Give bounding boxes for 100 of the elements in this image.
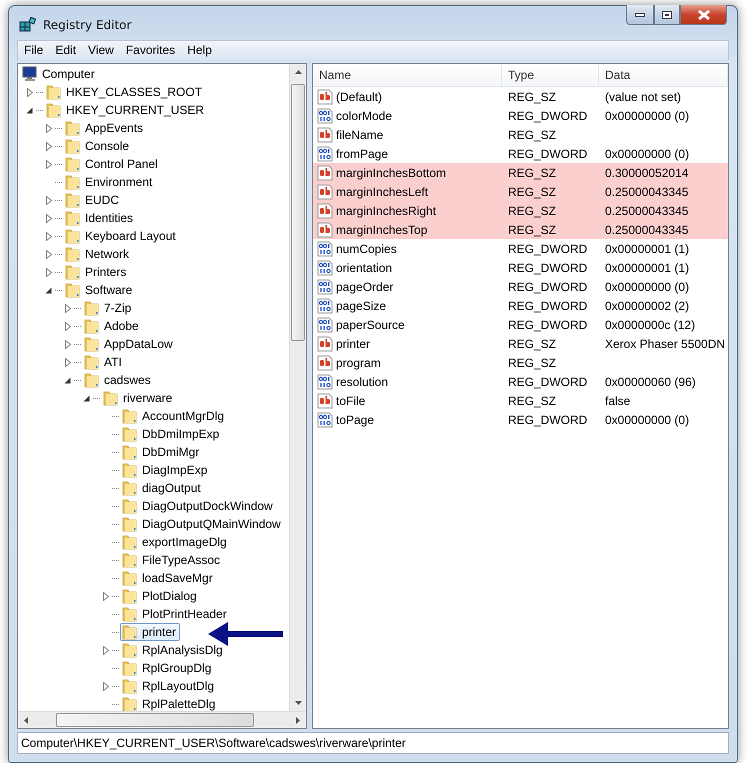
expand-arrow-icon[interactable] (64, 340, 70, 348)
value-name-cell[interactable]: marginInchesLeft (313, 182, 502, 201)
expand-arrow-icon[interactable] (46, 196, 52, 204)
tree-item[interactable]: 7-Zip (82, 299, 136, 317)
value-name-cell[interactable]: marginInchesRight (313, 201, 502, 220)
tree-item[interactable]: Adobe (82, 317, 143, 335)
column-header[interactable]: Name (313, 64, 502, 87)
tree-item[interactable]: FileTypeAssoc (120, 551, 224, 569)
value-data-cell: 0.25000043345 (599, 220, 728, 239)
tree-item[interactable]: diagOutput (120, 479, 205, 497)
tree-item[interactable]: DiagOutputQMainWindow (120, 515, 285, 533)
expand-arrow-icon[interactable] (46, 124, 52, 132)
expand-arrow-icon[interactable] (64, 304, 70, 312)
expand-arrow-icon[interactable] (46, 268, 52, 276)
column-header[interactable]: Type (502, 64, 599, 87)
expand-arrow-icon[interactable] (46, 160, 52, 168)
folder-icon (65, 192, 81, 208)
column-header[interactable]: Data (599, 64, 728, 87)
tree-item[interactable]: Console (63, 137, 134, 155)
tree-item[interactable]: DiagImpExp (120, 461, 212, 479)
tree-item[interactable]: DiagOutputDockWindow (120, 497, 277, 515)
collapse-arrow-icon[interactable] (83, 394, 90, 402)
value-name-cell[interactable]: marginInchesBottom (313, 163, 502, 182)
tree-item[interactable]: exportImageDlg (120, 533, 231, 551)
folder-icon (84, 336, 100, 352)
binary-value-icon (317, 240, 333, 256)
vertical-scrollbar[interactable] (289, 64, 306, 711)
folder-icon (122, 444, 138, 460)
tree-item[interactable]: Software (63, 281, 136, 299)
collapse-arrow-icon[interactable] (64, 376, 71, 384)
value-name-cell[interactable]: marginInchesTop (313, 220, 502, 239)
expand-arrow-icon[interactable] (102, 646, 108, 654)
tree-item[interactable]: RplGroupDlg (120, 659, 216, 677)
expand-arrow-icon[interactable] (46, 250, 52, 258)
string-value-icon (317, 88, 333, 104)
folder-icon (122, 696, 138, 711)
string-value-icon (317, 354, 333, 370)
maximize-icon (662, 10, 672, 18)
tree-item[interactable]: EUDC (63, 191, 124, 209)
collapse-arrow-icon[interactable] (26, 106, 33, 114)
horizontal-scrollbar[interactable] (18, 711, 306, 728)
minimize-icon (635, 12, 645, 16)
collapse-arrow-icon[interactable] (45, 286, 52, 294)
tree-item[interactable]: AccountMgrDlg (120, 407, 228, 425)
value-data-cell: 0.25000043345 (599, 201, 728, 220)
expand-arrow-icon[interactable] (102, 682, 108, 690)
tree-item[interactable]: Printers (63, 263, 130, 281)
tree-item[interactable]: AppEvents (63, 119, 148, 137)
expand-arrow-icon[interactable] (46, 142, 52, 150)
expand-arrow-icon[interactable] (26, 88, 32, 96)
tree-item[interactable]: PlotPrintHeader (120, 605, 231, 623)
binary-value-icon (317, 278, 333, 294)
tree-item[interactable]: riverware (101, 389, 176, 407)
folder-icon (84, 318, 100, 334)
tree-item[interactable]: AppDataLow (82, 335, 177, 353)
folder-icon (103, 390, 119, 406)
value-data-cell: 0.25000043345 (599, 182, 728, 201)
menu-item[interactable]: File (18, 41, 50, 60)
tree-item[interactable]: RplLayoutDlg (120, 677, 218, 695)
binary-value-icon (317, 298, 333, 314)
tree-item[interactable]: Identities (63, 209, 138, 227)
folder-icon (46, 84, 62, 100)
expand-arrow-icon[interactable] (46, 214, 52, 222)
tree-item[interactable]: ATI (82, 353, 126, 371)
folder-icon (65, 174, 81, 190)
folder-icon (46, 102, 62, 118)
folder-icon (122, 624, 138, 640)
tree-item[interactable]: cadswes (82, 371, 155, 389)
menu-item[interactable]: Edit (49, 41, 82, 60)
tree-item[interactable]: HKEY_CURRENT_USER (44, 101, 208, 119)
binary-value-icon (317, 412, 333, 428)
expand-arrow-icon[interactable] (102, 592, 108, 600)
tree-item[interactable]: HKEY_CLASSES_ROOT (44, 83, 206, 101)
string-value-icon (317, 222, 333, 238)
expand-arrow-icon[interactable] (64, 322, 70, 330)
minimize-button[interactable] (626, 5, 654, 25)
tree-item[interactable]: DbDmiImpExp (120, 425, 224, 443)
tree-item[interactable]: Control Panel (63, 155, 162, 173)
tree-item[interactable]: printer (120, 623, 180, 641)
tree-item[interactable]: RplAnalysisDlg (120, 641, 227, 659)
tree-item[interactable]: loadSaveMgr (120, 569, 217, 587)
menu-item[interactable]: Favorites (120, 41, 182, 60)
expand-arrow-icon[interactable] (46, 232, 52, 240)
tree-item[interactable]: Environment (63, 173, 156, 191)
close-button[interactable] (680, 5, 727, 25)
binary-value-icon (317, 146, 333, 162)
folder-icon (65, 120, 81, 136)
tree-item[interactable]: DbDmiMgr (120, 443, 204, 461)
expand-arrow-icon[interactable] (64, 358, 70, 366)
maximize-button[interactable] (654, 5, 680, 25)
tree-item[interactable]: RplPaletteDlg (120, 695, 220, 711)
folder-icon (122, 660, 138, 676)
tree-item[interactable]: Network (63, 245, 134, 263)
menu-item[interactable]: View (82, 41, 120, 60)
tree-item[interactable]: Computer (20, 65, 99, 83)
tree-item[interactable]: PlotDialog (120, 587, 201, 605)
tree-item[interactable]: Keyboard Layout (63, 227, 180, 245)
string-value-icon (317, 184, 333, 200)
value-type-cell: REG_SZ (502, 220, 599, 239)
menu-item[interactable]: Help (181, 41, 218, 60)
